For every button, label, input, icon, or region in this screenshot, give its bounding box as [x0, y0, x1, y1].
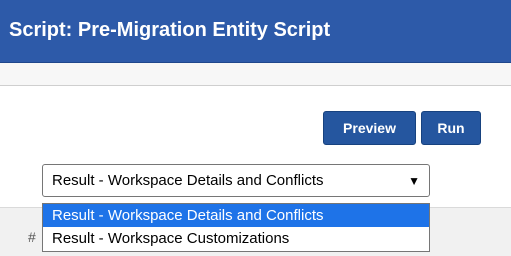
page-title: Script: Pre-Migration Entity Script	[9, 19, 331, 41]
run-button[interactable]: Run	[421, 111, 481, 145]
page-header: Script: Pre-Migration Entity Script	[0, 0, 511, 63]
result-select[interactable]: Result - Workspace Details and Conflicts…	[42, 164, 430, 197]
preview-button[interactable]: Preview	[323, 111, 416, 145]
header-gap	[0, 63, 511, 85]
option-workspace-customizations[interactable]: Result - Workspace Customizations	[43, 227, 429, 250]
table-header-hash: #	[28, 229, 36, 245]
result-select-options: Result - Workspace Details and Conflicts…	[42, 203, 430, 252]
option-workspace-details[interactable]: Result - Workspace Details and Conflicts	[43, 204, 429, 227]
result-select-value: Result - Workspace Details and Conflicts	[52, 172, 324, 189]
chevron-down-icon: ▼	[408, 173, 420, 188]
